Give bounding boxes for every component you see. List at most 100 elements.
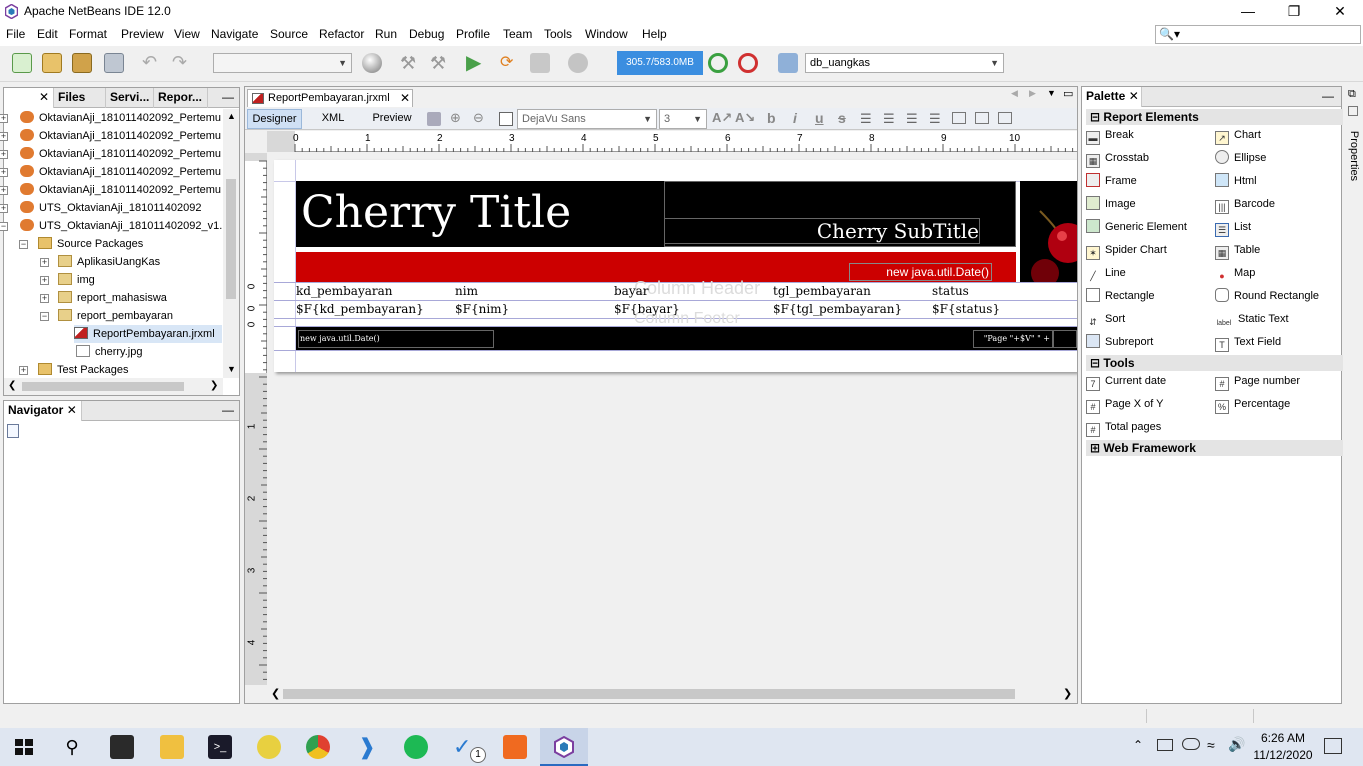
align-justify-icon[interactable]: ☰ [883, 111, 895, 127]
netbeans-taskbar-button[interactable] [540, 728, 588, 766]
palette-section-web-framework[interactable]: ⊞ Web Framework [1086, 440, 1343, 456]
wifi-icon[interactable]: ≈ [1207, 737, 1215, 753]
maximize-button[interactable]: ❐ [1271, 0, 1317, 24]
horizontal-scrollbar[interactable]: ❮ ❯ [4, 378, 223, 395]
editor-file-tab[interactable]: ReportPembayaran.jrxml ✕ [247, 89, 413, 107]
underline-icon[interactable]: u [815, 110, 824, 126]
detail-field-tgl[interactable]: $F{tgl_pembayaran} [773, 302, 902, 316]
debug-icon[interactable]: ⟳ [500, 53, 520, 73]
close-icon[interactable]: ✕ [39, 88, 49, 107]
tab-reports[interactable]: Repor... [154, 88, 208, 108]
tree-item-jrxml-selected[interactable]: ReportPembayaran.jrxml [74, 325, 222, 343]
minimize-panel-icon[interactable]: — [222, 90, 234, 104]
gc-icon[interactable] [708, 53, 728, 73]
palette-item-spider-chart[interactable]: ✶ Spider Chart [1086, 239, 1167, 261]
tab-files[interactable]: Files [54, 88, 106, 108]
palette-item-ellipse[interactable]: Ellipse [1215, 147, 1266, 169]
tab-palette[interactable]: Palette ✕ [1082, 87, 1142, 107]
expand-icon[interactable]: + [0, 114, 8, 123]
scrollbar-thumb[interactable] [283, 689, 1015, 699]
clock-time[interactable]: 6:26 AM [1250, 731, 1316, 745]
tree-item-package[interactable]: report_pembayaran [58, 307, 173, 325]
expand-icon[interactable]: + [40, 276, 49, 285]
palette-item-percentage[interactable]: % Percentage [1215, 393, 1290, 415]
show-opened-documents-icon[interactable]: ▼ [1047, 88, 1056, 98]
chevron-left-icon[interactable]: ❮ [8, 380, 16, 391]
menu-format[interactable]: Format [69, 27, 107, 41]
menu-navigate[interactable]: Navigate [211, 27, 258, 41]
windows-start-icon[interactable] [12, 735, 36, 759]
decrease-font-icon[interactable]: A↘ [735, 110, 755, 126]
palette-item-break[interactable]: ▬ Break [1086, 124, 1134, 146]
footer-page-total-field[interactable] [1053, 330, 1077, 348]
tree-item-project[interactable]: OktavianAji_181011402092_Pertemu [20, 145, 221, 163]
align-right-icon[interactable]: ☰ [929, 111, 941, 127]
expand-icon[interactable]: + [19, 366, 28, 375]
build-hammer-icon[interactable]: ⚒ [400, 53, 420, 73]
tree-item-package[interactable]: img [58, 271, 95, 289]
menu-team[interactable]: Team [503, 27, 532, 41]
tree-item-project[interactable]: OktavianAji_181011402092_Pertemu [20, 109, 221, 127]
palette-item-barcode[interactable]: ||| Barcode [1215, 193, 1275, 215]
tree-item-source-packages[interactable]: Source Packages [38, 235, 143, 253]
column-header-bayar[interactable]: bayar [614, 284, 649, 298]
scroll-tabs-right-icon[interactable]: ▶ [1029, 88, 1036, 99]
expand-icon[interactable]: + [0, 168, 8, 177]
close-icon[interactable]: ✕ [400, 90, 410, 107]
tree-item-project[interactable]: OktavianAji_181011402092_Pertemu [20, 127, 221, 145]
menu-run[interactable]: Run [375, 27, 397, 41]
detail-field-status[interactable]: $F{status} [932, 302, 1000, 316]
xampp-icon[interactable] [503, 735, 527, 759]
new-project-icon[interactable] [42, 53, 62, 73]
align-bottom-icon[interactable] [998, 112, 1012, 124]
menu-source[interactable]: Source [270, 27, 308, 41]
detail-field-kd[interactable]: $F{kd_pembayaran} [296, 302, 424, 316]
terminal-icon[interactable]: >_ [208, 735, 232, 759]
expand-icon[interactable]: + [0, 204, 8, 213]
menu-tools[interactable]: Tools [544, 27, 572, 41]
palette-item-html[interactable]: Html [1215, 170, 1257, 192]
bold-icon[interactable]: b [767, 110, 776, 126]
new-file-icon[interactable] [12, 53, 32, 73]
open-project-icon[interactable] [72, 53, 92, 73]
tree-item-image-file[interactable]: cherry.jpg [76, 343, 142, 361]
align-left-icon[interactable]: ☰ [860, 111, 872, 127]
designer-view-tab[interactable]: Designer [247, 109, 302, 129]
design-canvas[interactable]: Cherry Title Cherry SubTitle new java.ut… [268, 153, 1077, 685]
bee-app-icon[interactable] [257, 735, 281, 759]
italic-icon[interactable]: i [793, 110, 797, 126]
palette-item-list[interactable]: ☰ List [1215, 216, 1251, 238]
save-all-icon[interactable] [104, 53, 124, 73]
align-top-icon[interactable] [952, 112, 966, 124]
menu-edit[interactable]: Edit [37, 27, 58, 41]
collapse-icon[interactable]: − [19, 240, 28, 249]
chevron-down-icon[interactable]: ▼ [227, 364, 236, 374]
palette-section-tools[interactable]: ⊟ Tools [1086, 355, 1343, 371]
notifications-icon[interactable] [1324, 738, 1342, 754]
minimize-button[interactable]: — [1225, 0, 1271, 24]
tree-item-package[interactable]: AplikasiUangKas [58, 253, 160, 271]
date-textfield[interactable]: new java.util.Date() [849, 263, 992, 281]
zoom-in-icon[interactable]: ⊕ [450, 110, 461, 126]
run-icon[interactable]: ▶ [466, 53, 486, 73]
align-center-icon[interactable]: ☰ [906, 111, 918, 127]
increase-font-icon[interactable]: A↗ [712, 110, 732, 126]
menu-debug[interactable]: Debug [409, 27, 444, 41]
expand-icon[interactable]: + [40, 258, 49, 267]
expand-icon[interactable]: + [0, 150, 8, 159]
expand-icon[interactable]: + [40, 294, 49, 303]
palette-item-rectangle[interactable]: Rectangle [1086, 285, 1155, 307]
report-title[interactable]: Cherry Title [301, 186, 571, 240]
palette-item-line[interactable]: ╱ Line [1086, 262, 1126, 284]
footer-page-field[interactable]: "Page "+$V" " + [973, 330, 1053, 348]
database-combo[interactable]: db_uangkas ▼ [805, 53, 1004, 73]
collapse-icon[interactable]: − [40, 312, 49, 321]
column-header-status[interactable]: status [932, 284, 969, 298]
vertical-scrollbar[interactable]: ▲ ▼ [223, 109, 239, 378]
undo-icon[interactable]: ↶ [142, 53, 162, 73]
collapse-icon[interactable]: − [0, 222, 8, 231]
palette-item-subreport[interactable]: Subreport [1086, 331, 1153, 353]
tab-projects[interactable]: ✕ [4, 88, 54, 108]
memory-indicator[interactable]: 305.7/583.0MB [617, 51, 703, 75]
menu-file[interactable]: File [6, 27, 25, 41]
